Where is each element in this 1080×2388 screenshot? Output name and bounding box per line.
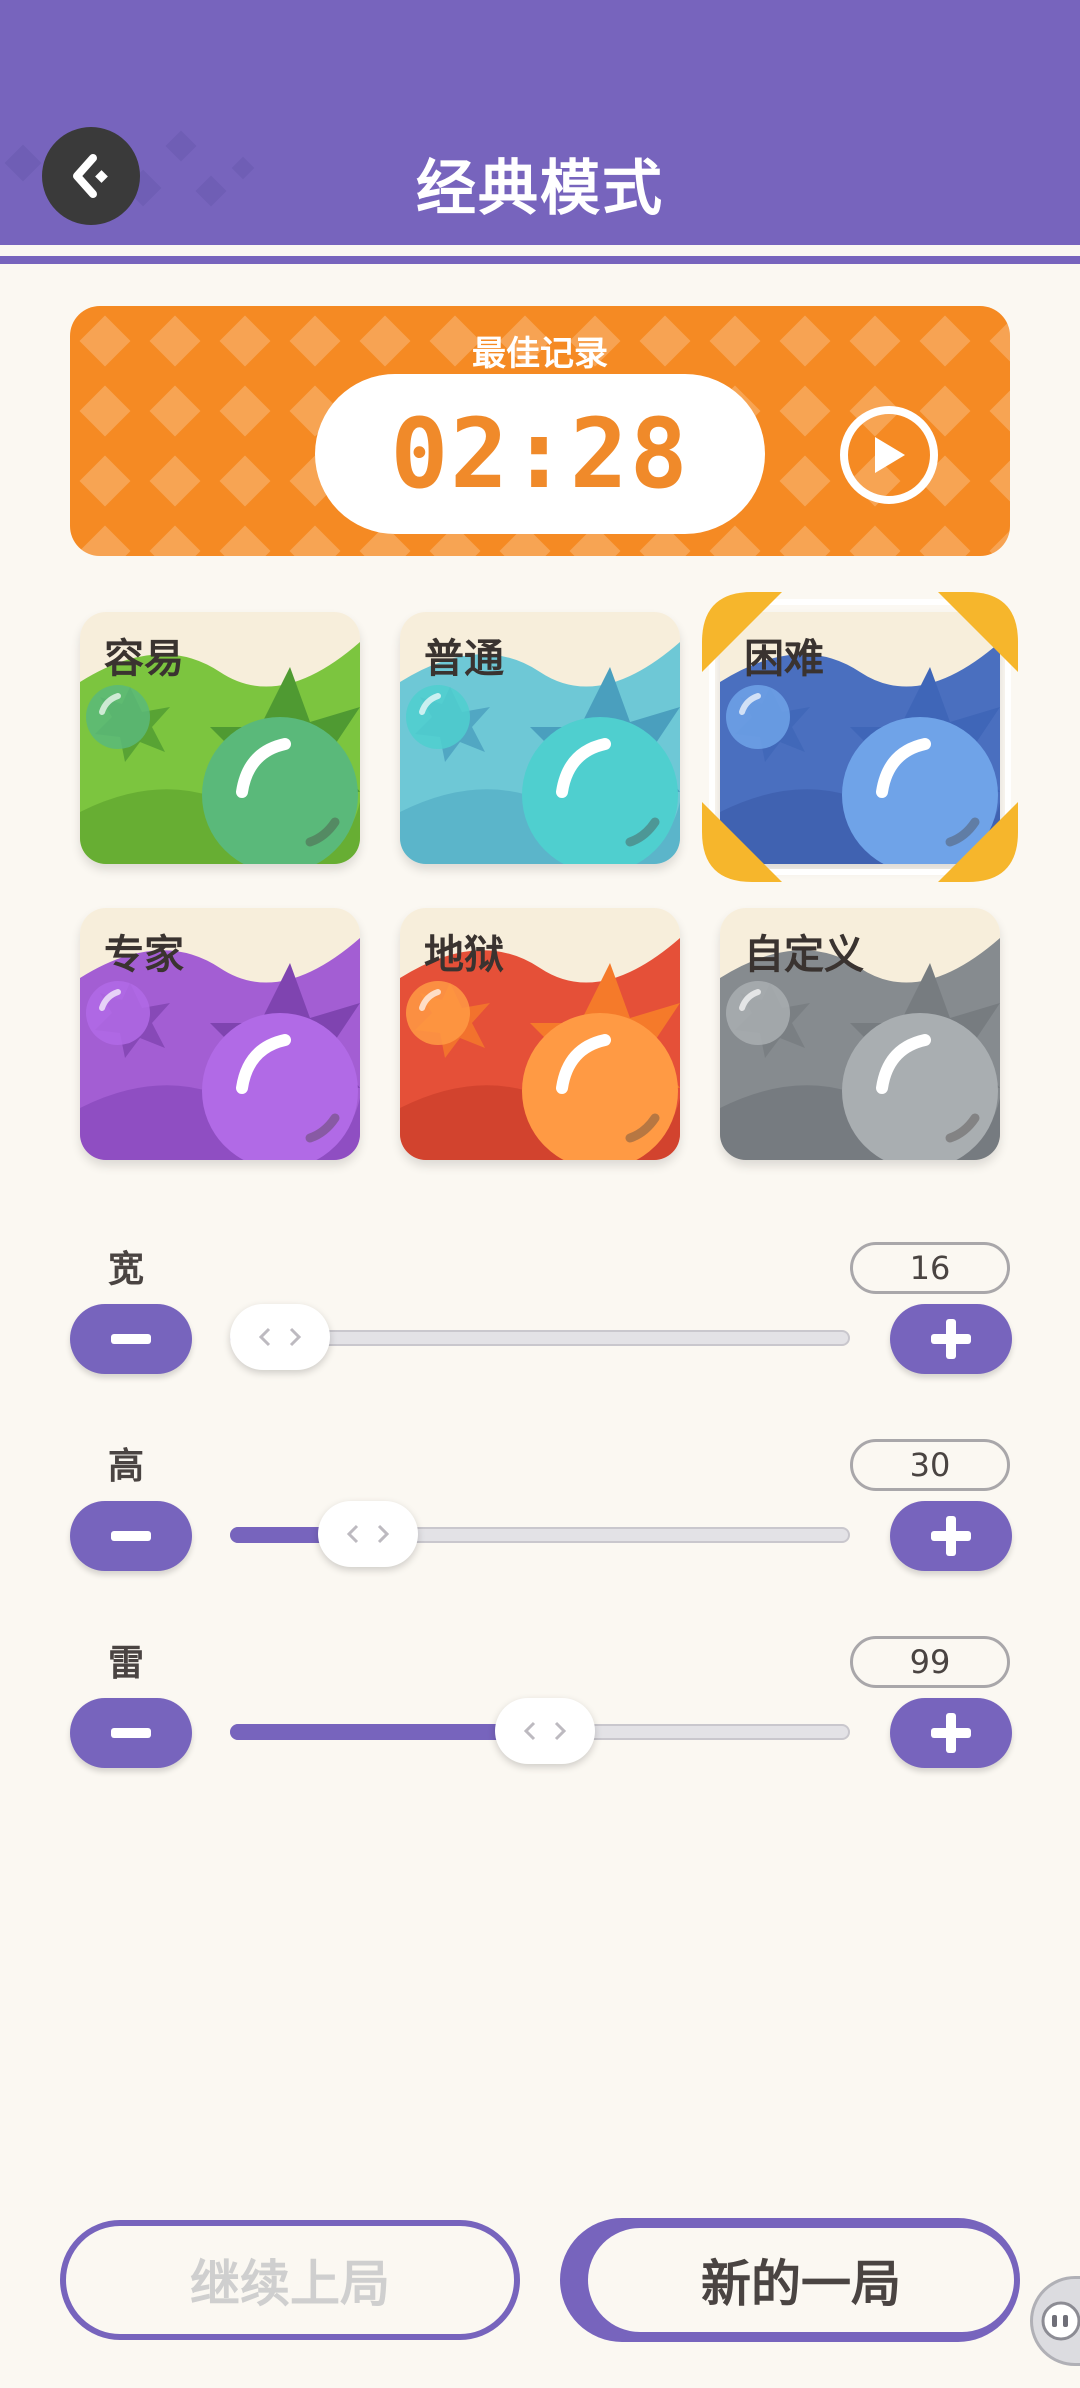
slider-thumb[interactable] [230, 1304, 330, 1370]
difficulty-card-3[interactable]: 困难 [720, 612, 1000, 864]
difficulty-card-5[interactable]: 地狱 [400, 908, 680, 1160]
plus-icon [931, 1516, 971, 1556]
drag-handle-icon [258, 1327, 302, 1347]
increase-button[interactable] [890, 1698, 1012, 1768]
slider-thumb[interactable] [495, 1698, 596, 1764]
difficulty-label: 容易 [104, 636, 184, 682]
best-record-time: 02:28 [315, 374, 765, 534]
best-record-card: 最佳记录 02:28 [70, 306, 1010, 556]
decrease-button[interactable] [70, 1698, 192, 1768]
slider-label: 高 [108, 1446, 145, 1487]
continue-button[interactable]: 继续上局 [60, 2220, 520, 2340]
difficulty-label: 困难 [744, 636, 824, 682]
header-bar: 经典模式 [0, 0, 1080, 250]
plus-icon [931, 1319, 971, 1359]
slider-value: 99 [850, 1636, 1010, 1688]
difficulty-card-2[interactable]: 普通 [400, 612, 680, 864]
slider-value: 16 [850, 1242, 1010, 1294]
decrease-button[interactable] [70, 1304, 192, 1374]
page-title: 经典模式 [416, 154, 664, 224]
play-icon [875, 437, 905, 473]
drag-handle-icon [347, 1524, 390, 1544]
new-game-button[interactable]: 新的一局 [588, 2228, 1014, 2332]
minus-icon [111, 1728, 151, 1738]
best-record-label: 最佳记录 [472, 334, 608, 374]
plus-icon [931, 1713, 971, 1753]
increase-button[interactable] [890, 1501, 1012, 1571]
difficulty-label: 自定义 [744, 932, 864, 978]
decrease-button[interactable] [70, 1501, 192, 1571]
slider-value: 30 [850, 1439, 1010, 1491]
difficulty-label: 专家 [104, 932, 184, 978]
drag-handle-icon [524, 1721, 567, 1741]
classic-mode-screen: 经典模式 最佳记录 02:28 容易 普通 困难专家 地狱 自定义 宽 16 [0, 0, 1080, 2388]
replay-button[interactable] [840, 406, 938, 504]
difficulty-label: 普通 [424, 636, 504, 682]
header-divider-line [0, 256, 1080, 264]
robot-face-icon [1041, 2301, 1080, 2341]
difficulty-label: 地狱 [424, 932, 504, 978]
increase-button[interactable] [890, 1304, 1012, 1374]
minus-icon [111, 1334, 151, 1344]
floating-assistant[interactable] [1030, 2276, 1080, 2366]
slider-label: 雷 [108, 1643, 145, 1684]
minus-icon [111, 1531, 151, 1541]
difficulty-card-4[interactable]: 专家 [80, 908, 360, 1160]
slider-thumb[interactable] [318, 1501, 419, 1567]
slider-label: 宽 [108, 1249, 145, 1290]
difficulty-card-6[interactable]: 自定义 [720, 908, 1000, 1160]
difficulty-card-1[interactable]: 容易 [80, 612, 360, 864]
